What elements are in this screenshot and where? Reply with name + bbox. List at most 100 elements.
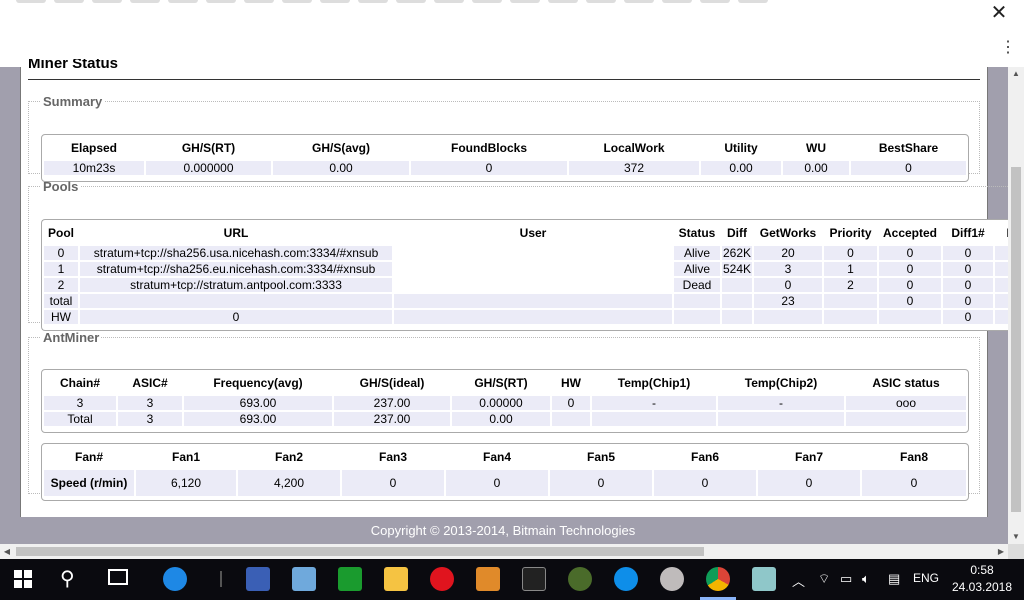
table-row: 10m23s 0.000000 0.00 0 372 0.00 0.00 0	[44, 161, 966, 175]
torrent-icon[interactable]	[338, 567, 362, 591]
fan-header-cell: Fan1	[171, 450, 200, 464]
chain-cell: 693.00	[184, 396, 332, 410]
fan-cell: 0	[342, 470, 444, 496]
pool-cell: 0	[943, 278, 993, 292]
pool-cell: 2	[44, 278, 78, 292]
fan-cell: 0	[550, 470, 652, 496]
fan-header-cell: Fan6	[690, 450, 719, 464]
fan-cell: 0	[758, 470, 860, 496]
pools-header-cell: Di	[995, 222, 1009, 244]
chain-header-cell: Chain#	[59, 376, 100, 390]
task-view-icon[interactable]	[108, 569, 128, 585]
chain-header-cell: HW	[561, 376, 581, 390]
scroll-up-icon[interactable]: ▲	[1008, 67, 1024, 81]
windows-start-icon[interactable]	[14, 570, 32, 588]
tablet-app-icon[interactable]	[752, 567, 776, 591]
vertical-scrollbar[interactable]: ▲ ▼	[1008, 67, 1024, 544]
clock-date: 24.03.2018	[951, 580, 1013, 594]
pool-cell: 23	[754, 294, 822, 308]
pools-header-cell: GetWorks	[759, 226, 817, 240]
pool-cell	[674, 310, 720, 324]
chain-cell: 3	[118, 412, 182, 426]
pool-cell: 262K	[722, 246, 752, 260]
pool-user-cell	[394, 310, 672, 324]
antminer-section: AntMiner Chain# ASIC# Frequency(avg) GH/…	[28, 330, 980, 501]
chain-table: Chain# ASIC# Frequency(avg) GH/S(ideal) …	[41, 369, 969, 433]
fan-header-cell: Fan7	[794, 450, 823, 464]
summary-cell: 0	[411, 161, 567, 175]
summary-header-cell: BestShare	[878, 141, 939, 155]
pools-header-cell: Diff	[727, 226, 747, 240]
pool-cell	[722, 294, 752, 308]
pool-cell: 20	[754, 246, 822, 260]
pool-user-cell	[394, 294, 672, 308]
notification-icon[interactable]: ▤	[888, 571, 900, 587]
pool-cell: Dead	[674, 278, 720, 292]
pool-url-cell: stratum+tcp://sha256.usa.nicehash.com:33…	[80, 246, 392, 260]
pool-cell: 1	[44, 262, 78, 276]
chain-cell: Total	[44, 412, 116, 426]
pool-cell: 1	[824, 262, 877, 276]
close-icon[interactable]: ✕	[988, 2, 1010, 24]
fan-header-cell: Fan8	[899, 450, 928, 464]
scroll-down-icon[interactable]: ▼	[1008, 530, 1024, 544]
calculator-icon[interactable]	[292, 567, 316, 591]
command-prompt-icon[interactable]	[522, 567, 546, 591]
volume-icon[interactable]: 🔈︎	[862, 571, 870, 587]
chain-cell: 237.00	[334, 412, 450, 426]
chain-header-cell: GH/S(RT)	[474, 376, 528, 390]
teamviewer-icon[interactable]	[614, 567, 638, 591]
horizontal-scrollbar[interactable]: ◀ ▶	[0, 544, 1008, 559]
chain-cell: -	[592, 396, 716, 410]
chrome-icon[interactable]	[706, 567, 730, 591]
vertical-scroll-thumb[interactable]	[1011, 167, 1021, 512]
wifi-icon[interactable]: ⌔	[818, 571, 830, 587]
summary-header-cell: WU	[806, 141, 826, 155]
pool-user-cell	[394, 278, 672, 292]
chevron-up-icon[interactable]: ︿	[792, 571, 805, 590]
fan-speed-label: Speed (r/min)	[44, 470, 134, 496]
pools-header-cell: User	[519, 226, 547, 240]
chain-cell: 0.00	[452, 412, 550, 426]
fan-header-cell: Fan4	[482, 450, 511, 464]
pool-user-cell	[394, 262, 672, 276]
save-floppy-icon[interactable]	[246, 567, 270, 591]
pool-cell: 0	[943, 310, 993, 324]
chain-header-cell: Temp(Chip1)	[617, 376, 691, 390]
pool-cell: 0	[879, 294, 941, 308]
folder-icon[interactable]	[384, 567, 408, 591]
chain-cell: 0	[552, 396, 590, 410]
antminer-legend: AntMiner	[43, 330, 100, 345]
scroll-right-icon[interactable]: ▶	[994, 544, 1008, 559]
summary-header-cell: GH/S(avg)	[311, 141, 370, 155]
pool-cell: 0	[943, 262, 993, 276]
battery-icon[interactable]: ▭	[840, 571, 852, 587]
table-row: 1 stratum+tcp://sha256.eu.nicehash.com:3…	[44, 262, 1008, 276]
pool-cell: 0	[943, 294, 993, 308]
fan-table: Fan# Fan1 Fan2 Fan3 Fan4 Fan5 Fan6 Fan7 …	[41, 443, 969, 501]
horizontal-scroll-thumb[interactable]	[16, 547, 704, 556]
taskbar-clock[interactable]: 0:58 24.03.2018	[950, 562, 1014, 596]
taskbar-separator	[220, 571, 222, 587]
pool-cell: 2	[824, 278, 877, 292]
chain-header-cell: Frequency(avg)	[213, 376, 303, 390]
pool-cell: 3	[754, 262, 822, 276]
pool-cell: 0	[943, 246, 993, 260]
chain-cell: 237.00	[334, 396, 450, 410]
pools-table: Pool URL User Status Diff GetWorks Prior…	[41, 219, 1008, 331]
litecoin-icon[interactable]	[660, 567, 684, 591]
search-icon[interactable]: ⚲	[60, 568, 75, 590]
windows-taskbar: ⚲ ︿ ⌔ ▭ 🔈︎ ▤ ENG 0:58 24.03.2018	[0, 559, 1024, 600]
cannabis-app-icon[interactable]	[568, 567, 592, 591]
pools-header-cell: Priority	[829, 226, 872, 240]
language-indicator[interactable]: ENG	[913, 571, 939, 585]
scroll-left-icon[interactable]: ◀	[0, 544, 14, 559]
copyright-footer: Copyright © 2013-2014, Bitmain Technolog…	[370, 523, 636, 538]
kebab-menu-icon[interactable]: ⋮	[1000, 38, 1016, 58]
summary-header-cell: GH/S(RT)	[181, 141, 236, 155]
search-app-icon[interactable]	[163, 567, 187, 591]
pool-cell	[754, 310, 822, 324]
opera-icon[interactable]	[430, 567, 454, 591]
media-player-icon[interactable]	[476, 567, 500, 591]
fan-cell: 0	[446, 470, 548, 496]
